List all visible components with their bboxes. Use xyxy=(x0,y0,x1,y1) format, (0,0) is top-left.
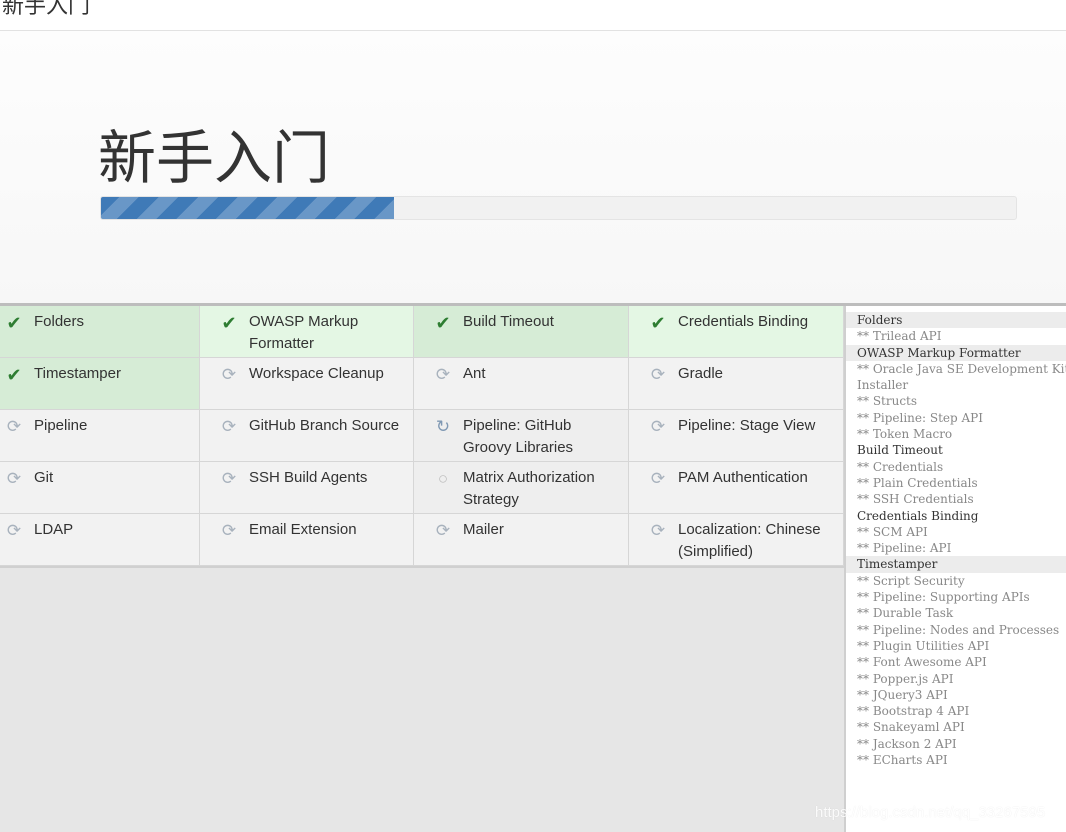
plugin-name: Mailer xyxy=(463,521,504,538)
plugin-card: ⟳ Workspace Cleanup xyxy=(200,358,414,410)
check-icon: ✔ xyxy=(221,313,237,333)
plugin-card: ✔ Folders xyxy=(0,306,200,358)
plugin-card: ↻ Pipeline: GitHub Groovy Libraries xyxy=(414,410,629,462)
refresh-icon: ⟳ xyxy=(6,469,22,488)
plugin-name: Pipeline: Stage View xyxy=(678,417,816,434)
plugin-name: Folders xyxy=(34,313,85,330)
plugin-name: PAM Authentication xyxy=(678,469,808,486)
log-dependency-line: ** Script Security xyxy=(857,573,965,588)
plugin-card: ⟳ PAM Authentication xyxy=(629,462,844,514)
top-bar: 新手入门 xyxy=(0,0,1066,31)
plugin-name: GitHub Branch Source xyxy=(249,417,400,434)
log-plugin-heading: Timestamper xyxy=(846,556,1066,573)
plugin-name: Git xyxy=(34,469,54,486)
plugin-card: ⟳ Gradle xyxy=(629,358,844,410)
header-panel: 新手入门 xyxy=(0,31,1066,303)
page-title: 新手入门 xyxy=(98,126,331,191)
log-dependency-line: ** Structs xyxy=(857,394,918,409)
refresh-icon: ⟳ xyxy=(221,469,237,488)
plugin-name: Timestamper xyxy=(34,365,121,382)
refresh-icon: ⟳ xyxy=(435,365,451,384)
plugin-name: Email Extension xyxy=(249,521,357,538)
plugin-card: ✔ OWASP Markup Formatter xyxy=(200,306,414,358)
install-progress-bar xyxy=(100,196,1017,220)
log-dependency-line: ** Pipeline: Step API xyxy=(857,410,983,425)
plugin-name: SSH Build Agents xyxy=(249,469,368,486)
log-dependency-line: ** Pipeline: API xyxy=(857,541,952,556)
circle-icon: ○ xyxy=(437,469,449,488)
plugin-name: LDAP xyxy=(34,521,74,538)
watermark-text: https://blog.csdn.net/qq_33267595 xyxy=(815,804,1046,821)
plugin-card: ⟳ Email Extension xyxy=(200,514,414,566)
plugin-card: ⟳ Git xyxy=(0,462,200,514)
refresh-icon: ⟳ xyxy=(435,521,451,540)
log-dependency-line: ** Plugin Utilities API xyxy=(857,638,990,653)
plugin-card: ⟳ SSH Build Agents xyxy=(200,462,414,514)
plugin-card: ⟳ Pipeline xyxy=(0,410,200,462)
log-dependency-line: ** SCM API xyxy=(857,524,928,539)
refresh-icon: ⟳ xyxy=(221,365,237,384)
plugin-card: ✔ Credentials Binding xyxy=(629,306,844,358)
plugin-card: ✔ Build Timeout xyxy=(414,306,629,358)
plugin-name: Pipeline: GitHub Groovy Libraries xyxy=(463,417,574,456)
log-dependency-line: ** Snakeyaml API xyxy=(857,720,965,735)
plugin-install-area: ✔ Folders ✔ OWASP Markup Formatter ✔ Build Ti… xyxy=(0,306,844,832)
plugin-card: ⟳ Ant xyxy=(414,358,629,410)
log-dependency-line: ** Popper.js API xyxy=(857,671,954,686)
plugin-name: Workspace Cleanup xyxy=(249,365,384,382)
plugin-card: ✔ Timestamper xyxy=(0,358,200,410)
top-bar-title: 新手入门 xyxy=(2,0,91,18)
log-dependency-line: ** ECharts API xyxy=(857,753,948,768)
install-log-content: Folders ** Trilead API OWASP Markup Format… xyxy=(846,306,1066,768)
refresh-icon: ⟳ xyxy=(650,469,666,488)
log-plugin-heading: Build Timeout xyxy=(857,443,943,458)
refresh-icon: ⟳ xyxy=(650,365,666,384)
install-log-panel[interactable]: Folders ** Trilead API OWASP Markup Format… xyxy=(844,306,1066,832)
install-progress-fill xyxy=(101,197,394,219)
spinner-icon: ↻ xyxy=(435,417,451,436)
refresh-icon: ⟳ xyxy=(650,521,666,540)
log-dependency-line: ** Jackson 2 API xyxy=(857,736,957,751)
log-dependency-line: Installer xyxy=(857,378,909,393)
plugin-card: ⟳ GitHub Branch Source xyxy=(200,410,414,462)
refresh-icon: ⟳ xyxy=(221,417,237,436)
log-dependency-line: ** Pipeline: Supporting APIs xyxy=(857,590,1030,605)
log-dependency-line: ** SSH Credentials xyxy=(857,492,974,507)
log-dependency-line: ** Credentials xyxy=(857,459,944,474)
plugin-name: Build Timeout xyxy=(463,313,554,330)
refresh-icon: ⟳ xyxy=(221,521,237,540)
refresh-icon: ⟳ xyxy=(6,521,22,540)
log-plugin-heading: Folders xyxy=(846,312,1066,329)
check-icon: ✔ xyxy=(650,313,666,333)
plugin-name: Gradle xyxy=(678,365,724,382)
log-dependency-line: ** Durable Task xyxy=(857,606,954,621)
check-icon: ✔ xyxy=(6,313,22,333)
log-plugin-heading: Credentials Binding xyxy=(857,508,979,523)
log-dependency-line: ** Bootstrap 4 API xyxy=(857,704,970,719)
log-plugin-heading: OWASP Markup Formatter xyxy=(846,344,1066,361)
plugin-card: ⟳ Mailer xyxy=(414,514,629,566)
log-dependency-line: ** JQuery3 API xyxy=(857,687,948,702)
refresh-icon: ⟳ xyxy=(650,417,666,436)
plugin-grid: ✔ Folders ✔ OWASP Markup Formatter ✔ Build Ti… xyxy=(0,306,844,568)
check-icon: ✔ xyxy=(435,313,451,333)
log-dependency-line: ** Plain Credentials xyxy=(857,475,978,490)
plugin-name: Credentials Binding xyxy=(678,313,809,330)
log-dependency-line: ** Oracle Java SE Development Kit xyxy=(857,361,1066,376)
plugin-card: ⟳ LDAP xyxy=(0,514,200,566)
plugin-name: Ant xyxy=(463,365,486,382)
check-icon: ✔ xyxy=(6,365,22,385)
refresh-icon: ⟳ xyxy=(6,417,22,436)
log-dependency-line: ** Token Macro xyxy=(857,427,953,442)
log-dependency-line: ** Pipeline: Nodes and Processes xyxy=(857,622,1060,637)
plugin-card: ○ Matrix Authorization Strategy xyxy=(414,462,629,514)
log-dependency-line: ** Font Awesome API xyxy=(857,655,987,670)
plugin-card: ⟳ Localization: Chinese (Simplified) xyxy=(629,514,844,566)
log-dependency-line: ** Trilead API xyxy=(857,329,942,344)
plugin-name: OWASP Markup Formatter xyxy=(249,313,359,352)
plugin-name: Pipeline xyxy=(34,417,88,434)
plugin-card: ⟳ Pipeline: Stage View xyxy=(629,410,844,462)
plugin-name: Localization: Chinese (Simplified) xyxy=(678,521,821,560)
plugin-name: Matrix Authorization Strategy xyxy=(463,469,595,508)
